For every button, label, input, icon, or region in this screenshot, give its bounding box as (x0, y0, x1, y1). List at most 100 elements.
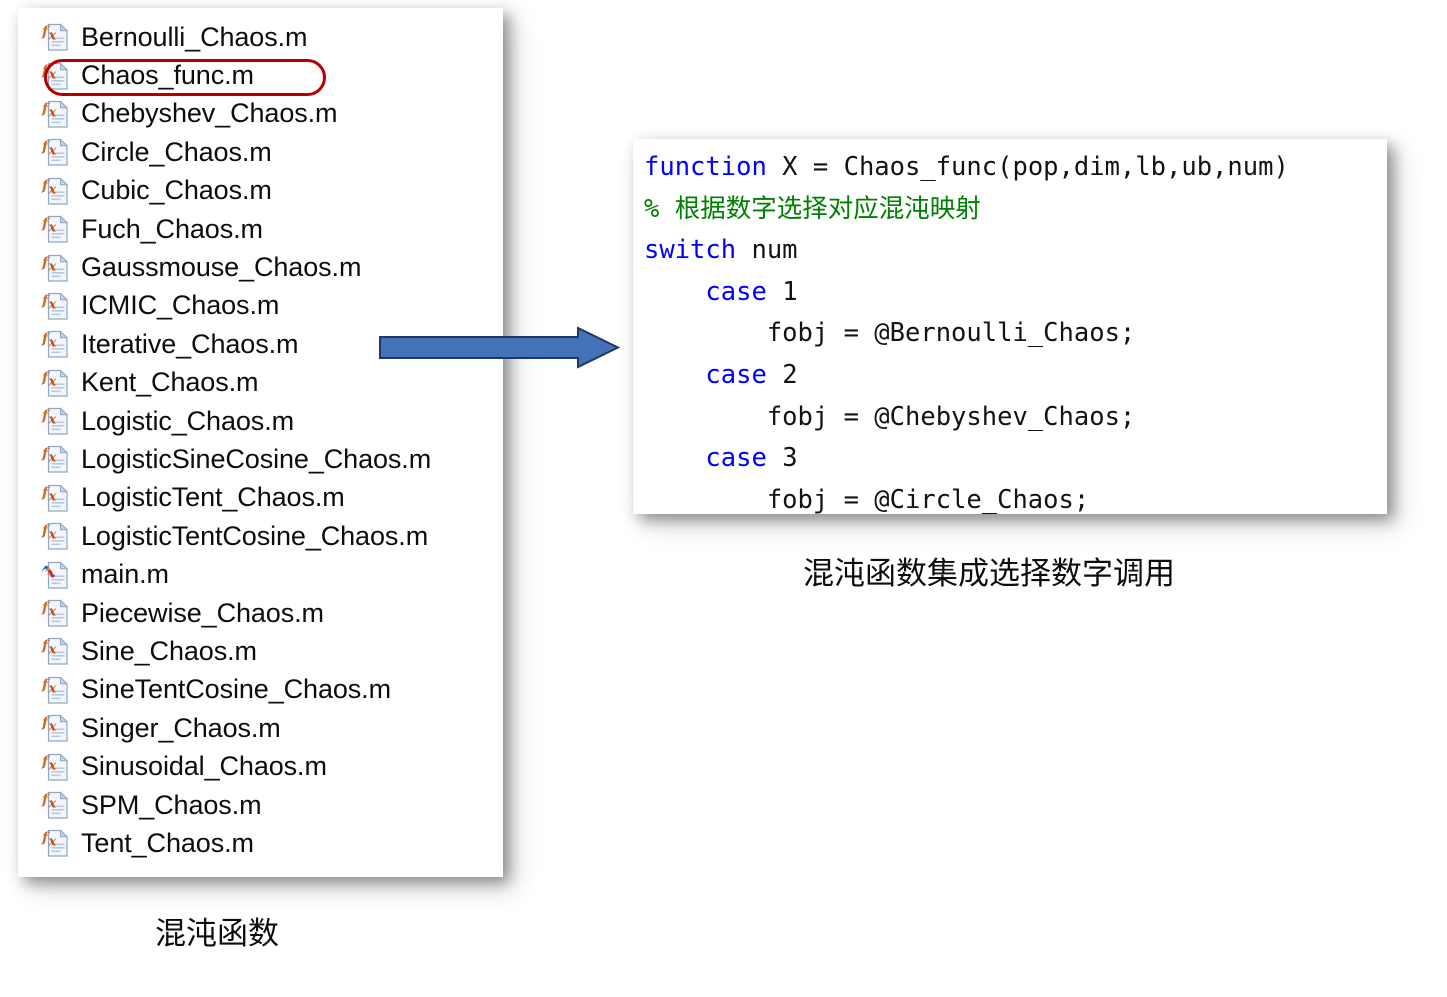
svg-text:x: x (48, 528, 57, 543)
code-line: function X = Chaos_func(pop,dim,lb,ub,nu… (644, 147, 1387, 189)
code-line: fobj = @Bernoulli_Chaos; (644, 313, 1387, 355)
code-block: function X = Chaos_func(pop,dim,lb,ub,nu… (633, 139, 1387, 521)
matlab-function-file-icon: f x (40, 789, 70, 821)
file-name-label: Kent_Chaos.m (81, 367, 259, 398)
file-name-label: Chaos_func.m (81, 60, 254, 91)
file-name-label: Chebyshev_Chaos.m (81, 98, 338, 129)
svg-text:x: x (48, 336, 57, 351)
matlab-function-file-icon: f x (40, 290, 70, 322)
file-list-item[interactable]: f x Singer_Chaos.m (18, 709, 503, 747)
code-token-txt: 2 (766, 359, 798, 390)
matlab-function-file-icon: f x (40, 712, 70, 744)
svg-text:x: x (48, 605, 57, 620)
matlab-function-file-icon: f x (40, 98, 70, 130)
file-name-label: Cubic_Chaos.m (81, 175, 272, 206)
matlab-function-file-icon: f x (40, 751, 70, 783)
matlab-function-file-icon: f x (40, 21, 70, 53)
code-line: fobj = @Circle_Chaos; (644, 480, 1387, 522)
svg-text:x: x (48, 720, 57, 735)
matlab-function-file-icon: f x (40, 597, 70, 629)
code-token-txt: X = Chaos_func(pop,dim,lb,ub,num) (766, 152, 1289, 182)
code-token-txt: 3 (766, 443, 798, 474)
file-list-item[interactable]: f x LogisticTent_Chaos.m (18, 479, 503, 517)
code-token-kw: case (705, 359, 767, 390)
matlab-script-file-icon (40, 559, 70, 591)
code-token-txt: fobj = @Chebyshev_Chaos; (644, 401, 1136, 432)
file-list-item[interactable]: f x Bernoulli_Chaos.m (18, 18, 503, 56)
file-list-item[interactable]: f x SineTentCosine_Chaos.m (18, 671, 503, 709)
file-list-item[interactable]: f x Logistic_Chaos.m (18, 402, 503, 440)
svg-text:x: x (48, 374, 57, 389)
flow-arrow-icon (379, 326, 621, 370)
svg-text:x: x (48, 489, 57, 504)
file-list-item[interactable]: main.m (18, 555, 503, 593)
code-token-txt: num (736, 235, 798, 266)
code-token-txt: fobj = @Bernoulli_Chaos; (644, 318, 1136, 349)
matlab-function-file-icon: f x (40, 60, 70, 92)
matlab-function-file-icon: f x (40, 482, 70, 514)
code-line: switch num (644, 230, 1387, 272)
code-panel-caption: 混沌函数集成选择数字调用 (803, 556, 1175, 591)
file-list-caption: 混沌函数 (155, 916, 279, 951)
svg-text:x: x (48, 259, 57, 274)
file-list[interactable]: f x Bernoulli_Chaos.m f x Chaos_func.m f… (18, 18, 503, 863)
svg-text:x: x (48, 144, 57, 159)
code-line: case 3 (644, 438, 1387, 480)
matlab-function-file-icon: f x (40, 674, 70, 706)
matlab-function-file-icon: f x (40, 443, 70, 475)
svg-text:x: x (48, 297, 57, 312)
file-name-label: Bernoulli_Chaos.m (81, 21, 308, 52)
code-token-txt: fobj = @Circle_Chaos; (644, 484, 1090, 515)
file-name-label: main.m (81, 559, 169, 590)
svg-text:x: x (48, 413, 57, 428)
code-token-kw: case (705, 443, 767, 474)
svg-text:x: x (48, 681, 57, 696)
file-list-item[interactable]: f x LogisticSineCosine_Chaos.m (18, 440, 503, 478)
svg-text:x: x (48, 67, 57, 82)
file-name-label: Piecewise_Chaos.m (81, 597, 324, 628)
file-list-item[interactable]: f x Sine_Chaos.m (18, 632, 503, 670)
code-line: % 根据数字选择对应混沌映射 (644, 189, 1387, 231)
code-preview-panel: function X = Chaos_func(pop,dim,lb,ub,nu… (633, 139, 1387, 515)
file-name-label: Tent_Chaos.m (81, 827, 254, 858)
matlab-function-file-icon: f x (40, 328, 70, 360)
svg-text:x: x (48, 29, 57, 44)
file-list-panel: f x Bernoulli_Chaos.m f x Chaos_func.m f… (18, 8, 503, 877)
matlab-function-file-icon: f x (40, 827, 70, 859)
file-list-item[interactable]: f x LogisticTentCosine_Chaos.m (18, 517, 503, 555)
file-name-label: LogisticTentCosine_Chaos.m (81, 520, 429, 551)
file-list-item[interactable]: f x Chaos_func.m (18, 56, 503, 94)
file-list-item[interactable]: f x Fuch_Chaos.m (18, 210, 503, 248)
file-name-label: Sine_Chaos.m (81, 635, 257, 666)
file-list-item[interactable]: f x Sinusoidal_Chaos.m (18, 747, 503, 785)
file-list-item[interactable]: f x Tent_Chaos.m (18, 824, 503, 862)
file-list-item[interactable]: f x SPM_Chaos.m (18, 786, 503, 824)
code-line: case 1 (644, 272, 1387, 314)
svg-text:x: x (48, 221, 57, 236)
code-token-txt: 1 (766, 276, 798, 307)
file-name-label: ICMIC_Chaos.m (81, 290, 280, 321)
file-list-item[interactable]: f x Chebyshev_Chaos.m (18, 95, 503, 133)
matlab-function-file-icon: f x (40, 136, 70, 168)
file-name-label: Fuch_Chaos.m (81, 213, 263, 244)
file-list-item[interactable]: f x Circle_Chaos.m (18, 133, 503, 171)
file-list-item[interactable]: f x ICMIC_Chaos.m (18, 287, 503, 325)
matlab-function-file-icon: f x (40, 213, 70, 245)
svg-text:x: x (48, 105, 57, 120)
svg-text:x: x (48, 797, 57, 812)
svg-text:x: x (48, 182, 57, 197)
file-list-item[interactable]: f x Cubic_Chaos.m (18, 172, 503, 210)
file-name-label: Circle_Chaos.m (81, 136, 272, 167)
file-name-label: SineTentCosine_Chaos.m (81, 674, 391, 705)
file-name-label: Gaussmouse_Chaos.m (81, 252, 362, 283)
file-name-label: Logistic_Chaos.m (81, 405, 295, 436)
file-list-item[interactable]: f x Gaussmouse_Chaos.m (18, 248, 503, 286)
code-line: fobj = @Chebyshev_Chaos; (644, 397, 1387, 439)
file-list-item[interactable]: f x Piecewise_Chaos.m (18, 594, 503, 632)
code-token-kw: function (644, 152, 767, 182)
file-name-label: SPM_Chaos.m (81, 789, 262, 820)
svg-text:x: x (48, 835, 57, 850)
matlab-function-file-icon: f x (40, 175, 70, 207)
